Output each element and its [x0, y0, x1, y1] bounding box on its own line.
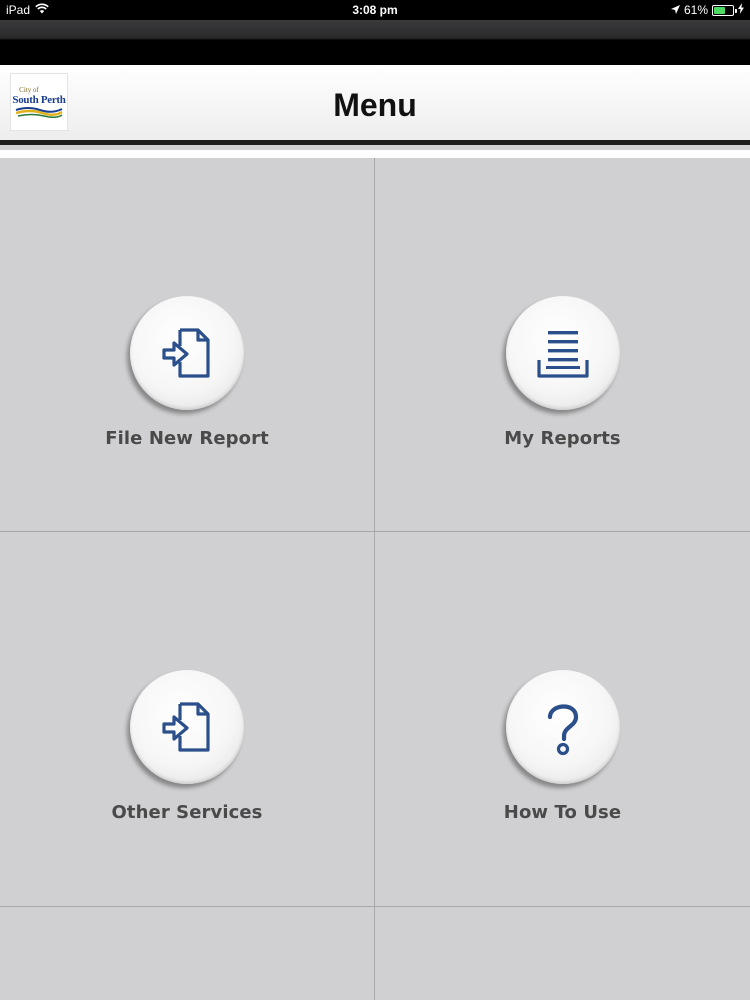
header-divider	[0, 150, 750, 158]
other-services-label: Other Services	[111, 802, 263, 823]
menu-grid: File New Report My Reports Other Service…	[0, 158, 750, 1000]
file-import-icon	[162, 702, 210, 752]
menu-tile-empty-left	[0, 907, 375, 1000]
question-mark-icon	[547, 704, 578, 756]
menu-tile-my-reports: My Reports	[375, 158, 750, 532]
battery-icon	[712, 4, 737, 16]
menu-tile-other-services: Other Services	[0, 532, 375, 907]
location-arrow-icon	[670, 3, 680, 17]
app-header: City of South Perth Menu	[0, 65, 750, 145]
battery-percent: 61%	[683, 3, 708, 17]
how-to-use-icon-button[interactable]	[505, 670, 620, 784]
menu-tile-empty-right	[375, 907, 750, 1000]
page-title: Menu	[333, 87, 417, 123]
my-reports-icon-button[interactable]	[505, 296, 620, 410]
other-services-icon-button[interactable]	[130, 670, 244, 784]
file-import-icon	[162, 328, 210, 378]
my-reports-button[interactable]: My Reports	[375, 158, 750, 531]
file-new-report-label: File New Report	[105, 428, 269, 449]
charging-bolt-icon	[738, 3, 744, 17]
menu-tile-file-new-report: File New Report	[0, 158, 375, 532]
navigation-bar-background	[0, 20, 750, 65]
reports-tray-icon	[536, 331, 589, 378]
my-reports-label: My Reports	[504, 428, 621, 449]
file-new-report-button[interactable]: File New Report	[0, 158, 374, 531]
how-to-use-label: How To Use	[503, 802, 622, 823]
file-new-report-icon-button[interactable]	[130, 296, 244, 410]
how-to-use-button[interactable]: How To Use	[375, 532, 750, 906]
menu-tile-how-to-use: How To Use	[375, 532, 750, 907]
status-bar: iPad 3:08 pm 61%	[0, 0, 750, 20]
status-time: 3:08 pm	[352, 3, 398, 17]
other-services-button[interactable]: Other Services	[0, 532, 374, 906]
